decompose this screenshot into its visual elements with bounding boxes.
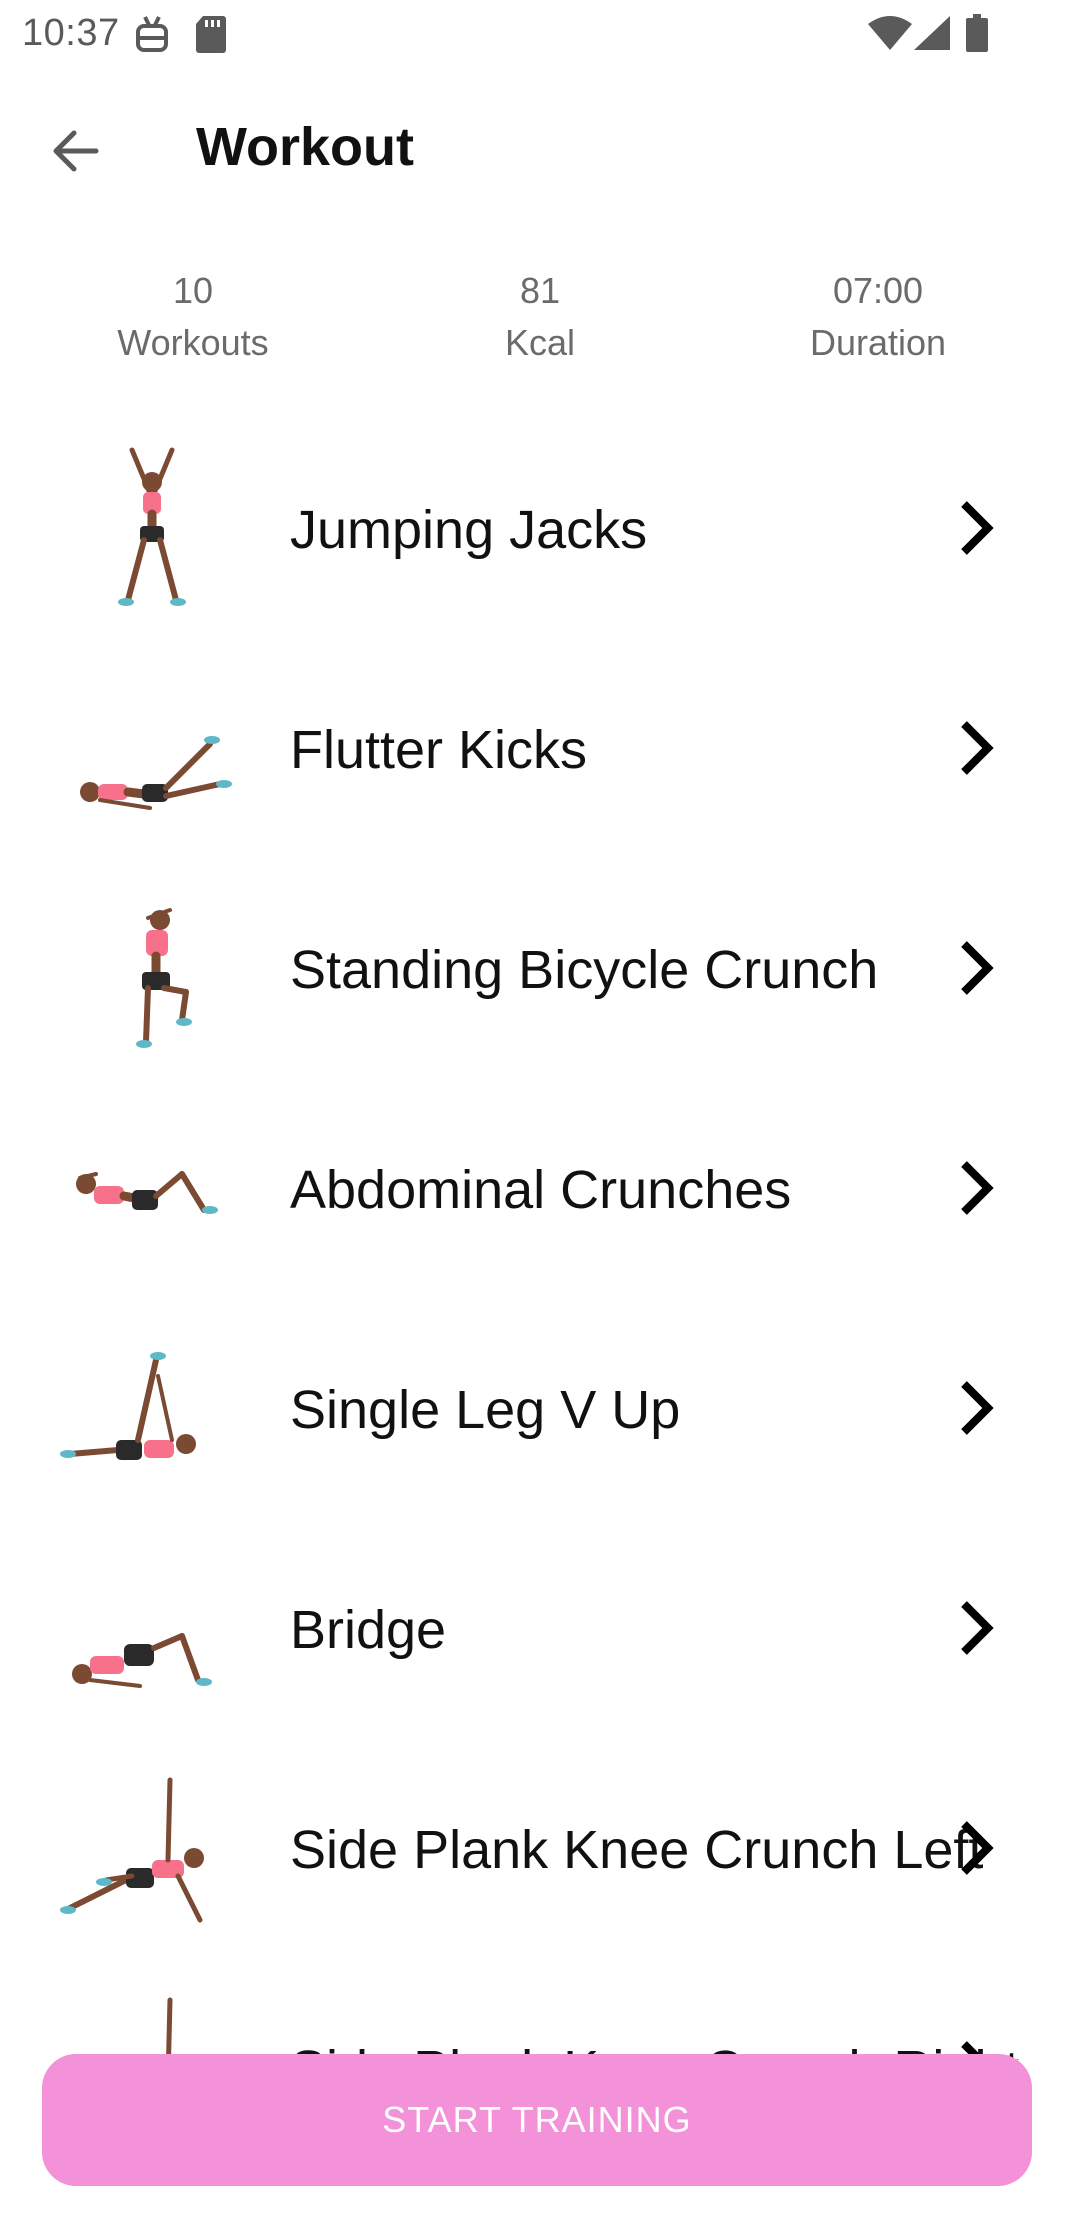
stat-label: Workouts xyxy=(117,322,269,363)
exercise-name: Single Leg V Up xyxy=(290,1380,681,1440)
stat-duration: 07:00 Duration xyxy=(728,265,1028,369)
exercise-row-side-plank-right[interactable]: Side Plank Knee Crunch Right xyxy=(0,1960,1078,2060)
exercise-name: Jumping Jacks xyxy=(290,500,648,560)
status-time: 10:37 xyxy=(22,12,120,54)
exercise-name: Standing Bicycle Crunch xyxy=(290,940,879,1000)
exercise-row-jumping-jacks[interactable]: Jumping Jacks xyxy=(0,420,1078,640)
exercise-illustration xyxy=(60,1100,245,1280)
chevron-right-icon xyxy=(952,938,1002,998)
start-training-button[interactable]: START TRAINING xyxy=(42,2054,1032,2186)
exercise-illustration xyxy=(60,1980,245,2060)
cell-signal-icon xyxy=(914,16,950,57)
arrow-left-icon xyxy=(50,129,100,178)
chevron-right-icon xyxy=(952,1818,1002,1878)
exercise-row-bridge[interactable]: Bridge xyxy=(0,1520,1078,1740)
exercise-illustration xyxy=(60,440,245,620)
exercise-illustration xyxy=(60,1320,245,1500)
exercise-illustration xyxy=(60,880,245,1060)
back-button[interactable] xyxy=(30,108,120,198)
exercise-row-standing-bicycle-crunch[interactable]: Standing Bicycle Crunch xyxy=(0,860,1078,1080)
stat-workouts: 10 Workouts xyxy=(43,265,343,369)
stat-value: 81 xyxy=(519,270,561,311)
exercise-illustration xyxy=(60,1540,245,1720)
exercise-list[interactable]: Jumping Jacks Flutter Kicks Standing Bic… xyxy=(0,420,1078,2060)
workout-screen: 10:37 Workout 10 Workouts 81 Kcal 07:00 … xyxy=(0,0,1078,2231)
exercise-name: Flutter Kicks xyxy=(290,720,588,780)
exercise-name: Abdominal Crunches xyxy=(290,1160,792,1220)
stat-kcal: 81 Kcal xyxy=(390,265,690,369)
stat-label: Duration xyxy=(809,322,947,363)
exercise-name: Side Plank Knee Crunch Left xyxy=(290,1820,984,1880)
chevron-right-icon xyxy=(952,498,1002,558)
exercise-name: Side Plank Knee Crunch Right xyxy=(290,1960,1019,2060)
sd-card-icon xyxy=(195,14,227,59)
stat-label: Kcal xyxy=(504,322,576,363)
exercise-illustration xyxy=(60,660,245,840)
exercise-illustration xyxy=(60,1760,245,1940)
exercise-row-single-leg-v-up[interactable]: Single Leg V Up xyxy=(0,1300,1078,1520)
app-bar: Workout xyxy=(0,70,1078,220)
chevron-right-icon xyxy=(952,1378,1002,1438)
battery-icon xyxy=(966,14,988,57)
workout-stats: 10 Workouts 81 Kcal 07:00 Duration xyxy=(0,265,1078,375)
exercise-row-abdominal-crunches[interactable]: Abdominal Crunches xyxy=(0,1080,1078,1300)
exercise-name: Bridge xyxy=(290,1600,447,1660)
status-bar: 10:37 xyxy=(0,0,1078,70)
stat-value: 07:00 xyxy=(832,270,924,311)
exercise-row-flutter-kicks[interactable]: Flutter Kicks xyxy=(0,640,1078,860)
chevron-right-icon xyxy=(952,1598,1002,1658)
wifi-icon xyxy=(868,16,912,57)
stat-value: 10 xyxy=(172,270,214,311)
page-title: Workout xyxy=(196,117,414,177)
chevron-right-icon xyxy=(952,718,1002,778)
chevron-right-icon xyxy=(952,1158,1002,1218)
exercise-row-side-plank-left[interactable]: Side Plank Knee Crunch Left xyxy=(0,1740,1078,1960)
android-debug-icon xyxy=(135,14,169,59)
